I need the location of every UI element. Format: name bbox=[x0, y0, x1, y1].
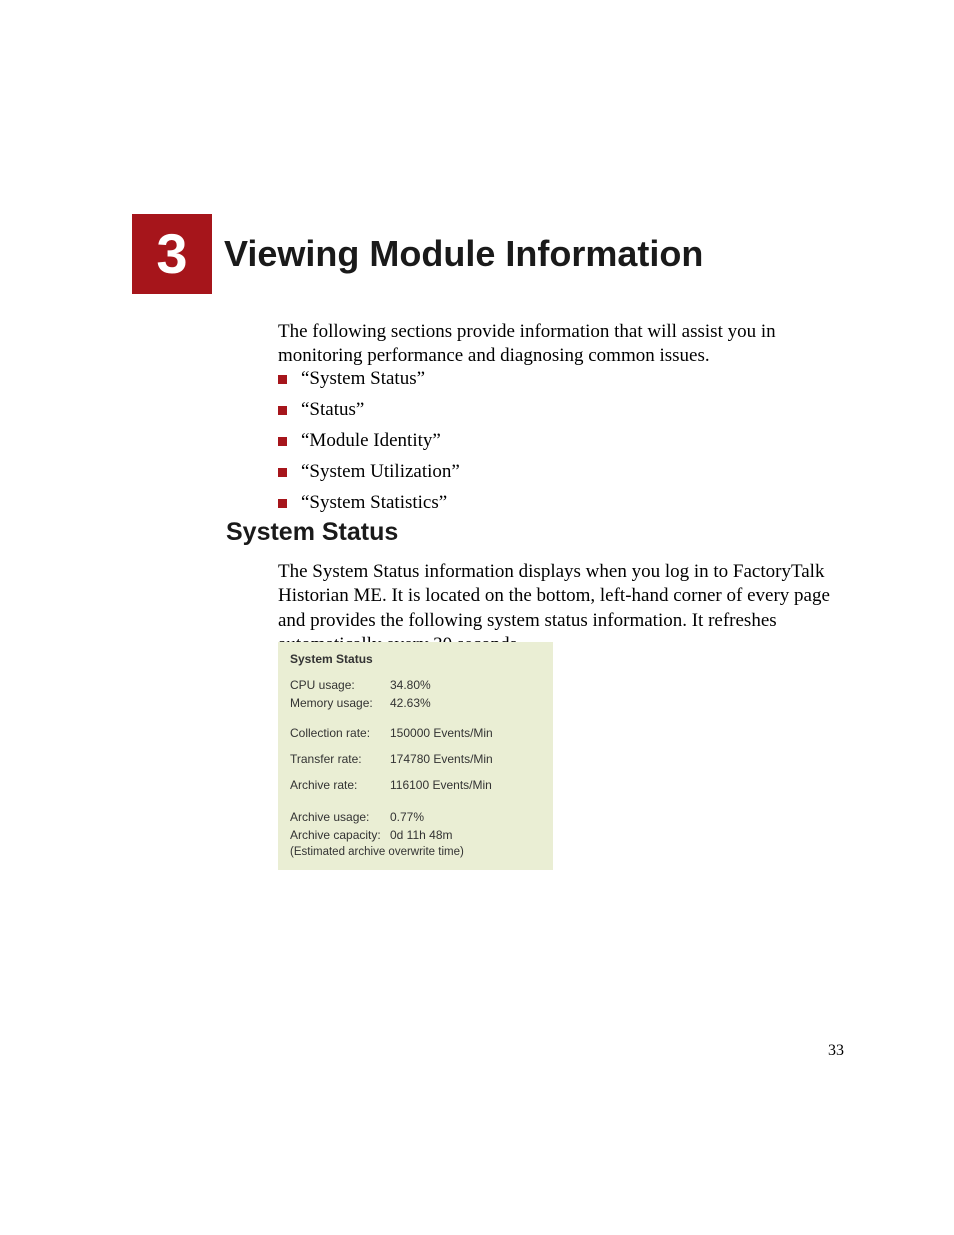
bullet-text: “System Statistics” bbox=[301, 492, 447, 514]
bullet-icon bbox=[278, 437, 287, 446]
bullet-icon bbox=[278, 375, 287, 384]
status-row: Archive rate: 116100 Events/Min bbox=[290, 778, 541, 792]
system-status-panel: System Status CPU usage: 34.80% Memory u… bbox=[278, 642, 553, 870]
list-item: “Module Identity” bbox=[278, 430, 838, 452]
panel-title: System Status bbox=[290, 652, 541, 666]
status-row: Archive capacity: 0d 11h 48m bbox=[290, 828, 541, 842]
status-row: Transfer rate: 174780 Events/Min bbox=[290, 752, 541, 766]
status-row: Collection rate: 150000 Events/Min bbox=[290, 726, 541, 740]
status-value: 0d 11h 48m bbox=[390, 828, 453, 842]
status-label: CPU usage: bbox=[290, 678, 390, 692]
list-item: “Status” bbox=[278, 399, 838, 421]
status-label: Archive rate: bbox=[290, 778, 390, 792]
bullet-icon bbox=[278, 499, 287, 508]
document-page: 3 Viewing Module Information The followi… bbox=[0, 0, 954, 1235]
spacer bbox=[290, 714, 541, 726]
chapter-header: 3 Viewing Module Information bbox=[132, 214, 703, 294]
chapter-title: Viewing Module Information bbox=[224, 233, 703, 275]
section-heading: System Status bbox=[226, 518, 398, 547]
bullet-icon bbox=[278, 468, 287, 477]
status-label: Memory usage: bbox=[290, 696, 390, 710]
list-item: “System Utilization” bbox=[278, 461, 838, 483]
page-number: 33 bbox=[828, 1042, 844, 1060]
bullet-text: “Status” bbox=[301, 399, 364, 421]
bullet-text: “System Utilization” bbox=[301, 461, 460, 483]
status-row: Memory usage: 42.63% bbox=[290, 696, 541, 710]
chapter-number: 3 bbox=[156, 226, 187, 282]
list-item: “System Status” bbox=[278, 368, 838, 390]
bullet-text: “System Status” bbox=[301, 368, 425, 390]
list-item: “System Statistics” bbox=[278, 492, 838, 514]
status-footnote: (Estimated archive overwrite time) bbox=[290, 846, 541, 858]
status-value: 174780 Events/Min bbox=[390, 752, 493, 766]
bullet-icon bbox=[278, 406, 287, 415]
status-label: Collection rate: bbox=[290, 726, 390, 740]
bullet-list: “System Status” “Status” “Module Identit… bbox=[278, 368, 838, 523]
status-label: Archive usage: bbox=[290, 810, 390, 824]
status-value: 42.63% bbox=[390, 696, 431, 710]
status-label: Transfer rate: bbox=[290, 752, 390, 766]
intro-paragraph: The following sections provide informati… bbox=[278, 320, 838, 369]
status-row: CPU usage: 34.80% bbox=[290, 678, 541, 692]
status-value: 150000 Events/Min bbox=[390, 726, 493, 740]
status-row: Archive usage: 0.77% bbox=[290, 810, 541, 824]
bullet-text: “Module Identity” bbox=[301, 430, 441, 452]
status-value: 0.77% bbox=[390, 810, 424, 824]
status-value: 116100 Events/Min bbox=[390, 778, 492, 792]
status-value: 34.80% bbox=[390, 678, 431, 692]
status-label: Archive capacity: bbox=[290, 828, 390, 842]
chapter-number-box: 3 bbox=[132, 214, 212, 294]
